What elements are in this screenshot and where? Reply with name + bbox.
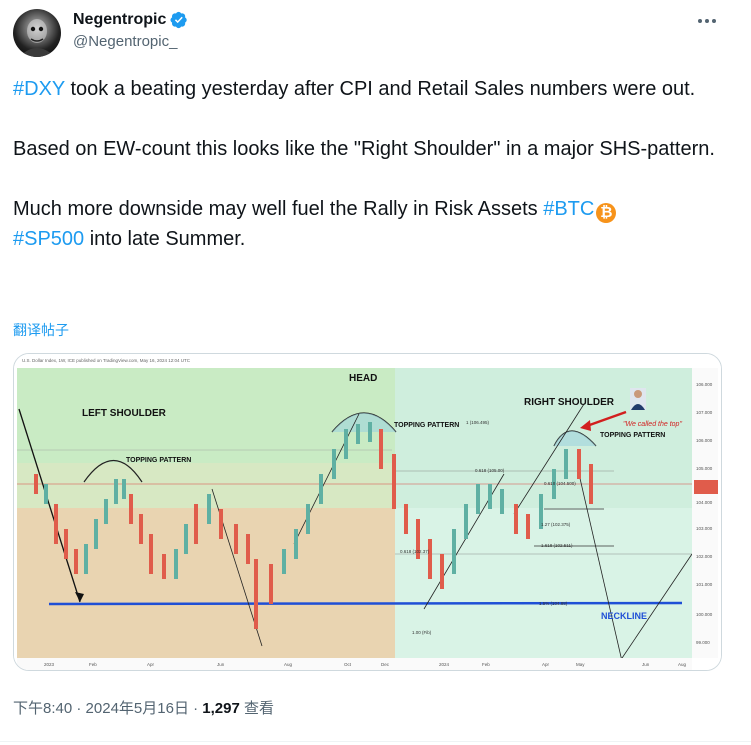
fib-label: 1.5% (104.88) — [539, 601, 568, 606]
fib-label: 0.618 (104.500) — [544, 481, 576, 486]
bottom-divider — [0, 741, 751, 742]
time-tick: Aug — [678, 662, 687, 667]
hashtag-sp500[interactable]: #SP500 — [13, 228, 84, 250]
time-tick: Apr — [542, 662, 550, 667]
tweet-text-span: took a beating yesterday after CPI and R… — [64, 78, 696, 100]
tweet-text: #DXY took a beating yesterday after CPI … — [13, 74, 733, 254]
bitcoin-emoji-icon: ₿ — [596, 203, 617, 223]
chart-image-svg: U.S. Dollar Index, 1W, ICE published on … — [14, 354, 721, 670]
head-label: HEAD — [349, 373, 377, 384]
price-tick: 101.000 — [696, 582, 713, 587]
tweet-paragraph-2: Based on EW-count this looks like the "R… — [13, 138, 715, 160]
price-tick: 100.000 — [696, 612, 713, 617]
translate-post-link[interactable]: 翻译帖子 — [13, 320, 69, 340]
price-tick: 107.000 — [696, 410, 713, 415]
dot-icon — [698, 19, 702, 23]
time-tick: Jun — [642, 662, 650, 667]
dot-icon — [705, 19, 709, 23]
hashtag-btc[interactable]: #BTC — [543, 198, 594, 220]
fib-label: 0.618 (105.00) — [475, 468, 505, 473]
time-tick: Aug — [284, 662, 293, 667]
fib-label: 1.00 (Fib) — [412, 630, 432, 635]
tweet-paragraph-1: #DXY took a beating yesterday after CPI … — [13, 74, 733, 104]
price-tick: 102.000 — [696, 554, 713, 559]
views-count: 1,297 — [202, 700, 240, 717]
topping-pattern-label-2: TOPPING PATTERN — [394, 422, 459, 429]
tweet-meta: 下午8:40 · 2024年5月16日 · 1,297 查看 — [13, 697, 274, 718]
right-shoulder-label: RIGHT SHOULDER — [524, 397, 615, 408]
price-tick: 99.000 — [696, 640, 710, 645]
chart-header-text: U.S. Dollar Index, 1W, ICE published on … — [22, 358, 191, 363]
price-tick: 104.000 — [696, 500, 713, 505]
author-name-row[interactable]: Negentropic — [73, 9, 188, 31]
author-avatar[interactable] — [13, 9, 61, 57]
price-tick: 105.000 — [696, 466, 713, 471]
time-tick: Feb — [482, 662, 490, 667]
left-shoulder-label: LEFT SHOULDER — [82, 408, 167, 419]
author-display-name[interactable]: Negentropic — [73, 11, 166, 29]
meta-separator: · — [72, 700, 86, 717]
time-tick: Dec — [381, 662, 390, 667]
dot-icon — [712, 19, 716, 23]
meta-separator: · — [188, 700, 203, 717]
time-tick: Feb — [89, 662, 97, 667]
time-tick: May — [576, 662, 585, 667]
tweet-text-span: Much more downside may well fuel the Ral… — [13, 198, 544, 220]
time-tick: Apr — [147, 662, 155, 667]
fib-label: 1.618 (102.511) — [541, 543, 573, 548]
tweet-text-span: into late Summer. — [84, 228, 246, 250]
fib-label: 1 (106.495) — [466, 420, 490, 425]
callout-label: "We called the top" — [623, 421, 682, 428]
price-tick: 106.000 — [696, 438, 713, 443]
fib-label: 1.27 (102.375) — [541, 522, 571, 527]
price-tick: 103.000 — [696, 526, 713, 531]
verified-badge-icon — [170, 11, 188, 29]
hashtag-dxy[interactable]: #DXY — [13, 78, 65, 100]
fib-label: 0.618 (102.37) — [400, 549, 430, 554]
post-time-link[interactable]: 下午8:40 — [13, 700, 72, 717]
views-label: 查看 — [239, 700, 275, 717]
neckline-label: NECKLINE — [601, 611, 647, 621]
tweet-paragraph-3: Much more downside may well fuel the Ral… — [13, 194, 733, 254]
price-tick: 106.000 — [696, 382, 713, 387]
post-date-link[interactable]: 2024年5月16日 — [86, 700, 189, 717]
author-handle[interactable]: @Negentropic_ — [73, 33, 177, 50]
time-tick: 2023 — [44, 662, 55, 667]
topping-pattern-label-3: TOPPING PATTERN — [600, 432, 665, 439]
time-tick: Oct — [344, 662, 352, 667]
time-tick: 2024 — [439, 662, 450, 667]
chart-image[interactable]: U.S. Dollar Index, 1W, ICE published on … — [13, 353, 722, 671]
time-tick: Jun — [217, 662, 225, 667]
more-options-button[interactable] — [696, 10, 718, 32]
topping-pattern-label-1: TOPPING PATTERN — [126, 457, 191, 464]
